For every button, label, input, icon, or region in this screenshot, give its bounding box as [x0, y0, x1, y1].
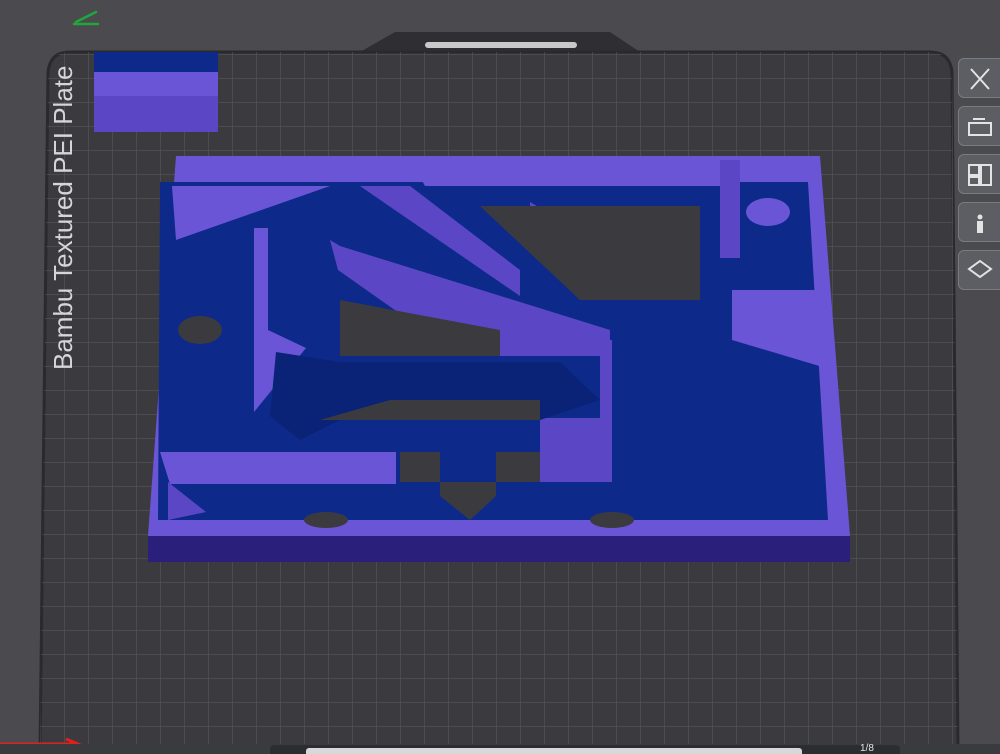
- info-icon: [977, 214, 983, 233]
- arrange-icon: [968, 164, 992, 186]
- small-block-object[interactable]: [94, 52, 218, 132]
- layer-slider-thumb[interactable]: [306, 748, 802, 754]
- auto-orient-icon: [968, 118, 992, 136]
- plate-scene[interactable]: Bambu Textured PEI Plate: [0, 0, 1000, 754]
- arrange-button[interactable]: [958, 154, 1000, 194]
- layer-slider-label: 1/8: [860, 743, 874, 754]
- plate-tab-slot: [425, 42, 577, 48]
- layers-icon: [967, 259, 993, 279]
- close-button[interactable]: [958, 58, 1000, 98]
- maze-model[interactable]: [148, 156, 850, 562]
- y-axis-icon: [72, 10, 100, 26]
- layers-button[interactable]: [958, 250, 1000, 290]
- auto-orient-button[interactable]: [958, 106, 1000, 146]
- close-x-icon: [970, 68, 990, 90]
- info-button[interactable]: [958, 202, 1000, 242]
- 3d-viewport[interactable]: Bambu Textured PEI Plate 1/8: [0, 0, 1000, 754]
- plate-label: Bambu Textured PEI Plate: [48, 66, 78, 370]
